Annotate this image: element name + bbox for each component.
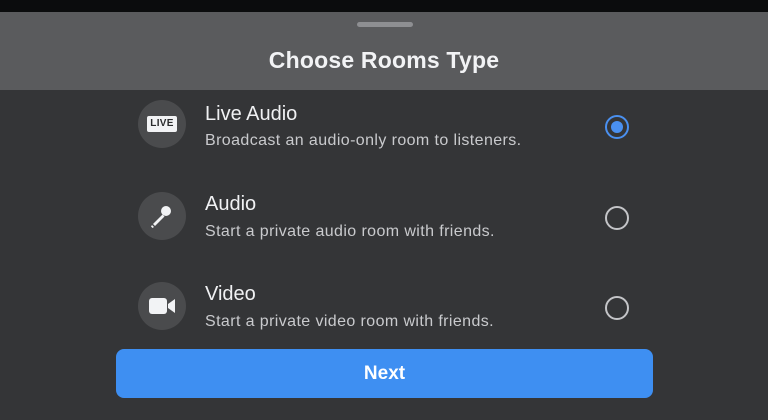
option-label: Live Audio	[205, 103, 298, 125]
live-badge-text: LIVE	[147, 116, 177, 132]
sheet-grabber-handle[interactable]	[357, 22, 413, 27]
option-live-audio[interactable]: LIVE Live Audio Broadcast an audio-only …	[120, 90, 660, 170]
sheet-title: Choose Rooms Type	[268, 47, 500, 73]
option-description: Start a private video room with friends.	[205, 313, 495, 330]
live-badge-icon: LIVE	[138, 100, 186, 148]
microphone-icon	[138, 192, 186, 240]
room-type-sheet: Choose Rooms Type LIVE Live Audio Broadc…	[0, 12, 768, 420]
option-video[interactable]: Video Start a private video room with fr…	[120, 270, 660, 350]
option-description: Broadcast an audio-only room to listener…	[205, 132, 522, 149]
radio-audio[interactable]	[605, 206, 629, 230]
option-label: Video	[205, 283, 256, 305]
sheet-header: Choose Rooms Type	[0, 12, 768, 90]
next-button[interactable]: Next	[116, 349, 653, 398]
radio-video[interactable]	[605, 296, 629, 320]
option-description: Start a private audio room with friends.	[205, 223, 495, 240]
radio-live-audio[interactable]	[605, 115, 629, 139]
video-camera-icon	[138, 282, 186, 330]
option-label: Audio	[205, 193, 257, 215]
status-bar	[0, 0, 768, 12]
option-audio[interactable]: Audio Start a private audio room with fr…	[120, 180, 660, 260]
